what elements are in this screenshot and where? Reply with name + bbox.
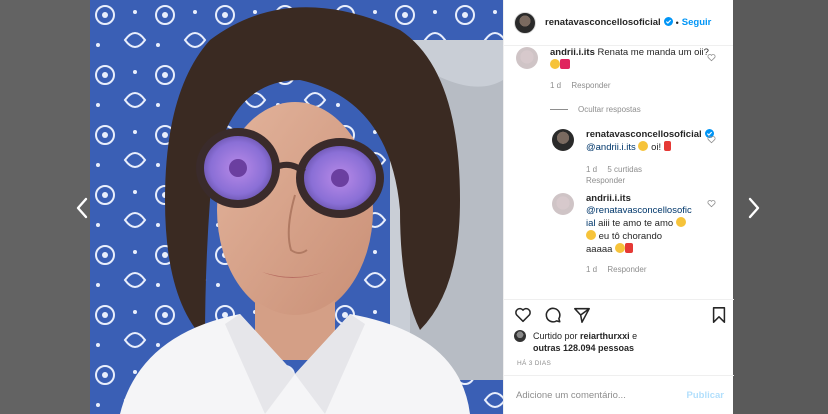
liked-by-prefix: Curtido por [533,331,578,341]
reply-time: 1 d [586,165,598,174]
post-photo[interactable] [90,0,503,414]
liker-avatar[interactable] [514,330,526,342]
reply-meta: 1 d 5 curtidas Responder [586,164,650,186]
liked-by: Curtido por reiarthurxxi e outras 128.09… [514,330,724,354]
verified-badge-icon [663,17,673,26]
reply-mention[interactable]: @andrii.i.its [586,142,636,153]
reply-item: renatavasconcellosoficial @andrii.i.its … [504,127,734,187]
two-hearts-emoji-icon [560,59,570,69]
reply-likes[interactable]: 5 curtidas [607,165,642,174]
commenter-avatar[interactable] [516,47,538,69]
author-username[interactable]: renatavasconcellosoficial [545,17,673,28]
publish-button[interactable]: Publicar [687,390,725,401]
previous-post-arrow[interactable] [72,195,92,221]
reply-text: renatavasconcellosoficial @andrii.i.its … [586,129,716,154]
reply-body-line3: aaaaa [586,244,613,255]
comment-text: andrii.i.its Renata me manda um oii? [550,47,710,72]
reply-username[interactable]: renatavasconcellosoficial [586,129,702,140]
post-timestamp[interactable]: HÁ 3 DIAS [517,360,551,367]
reply-body-line1: aiii te amo te amo [598,218,674,229]
reply-mention-cont[interactable]: ial [586,218,596,229]
heart-eyes-emoji-icon [586,230,596,240]
comment-meta: 1 d Responder [550,81,619,90]
reply-time: 1 d [586,265,598,274]
liker-username[interactable]: reiarthurxxi [580,331,630,341]
heart-eyes-emoji-icon [675,217,686,227]
comment-like-icon[interactable] [707,53,716,62]
chevron-right-icon [748,197,760,219]
reply-like-icon[interactable] [707,135,716,144]
red-heart-emoji-icon [625,243,634,253]
kiss-emoji-icon [638,141,649,151]
hide-replies-button[interactable]: Ocultar respostas [550,105,641,114]
comment-item: andrii.i.its Renata me manda um oii? 1 d… [504,47,734,97]
reply-avatar[interactable] [552,193,574,215]
comment-composer: Publicar [504,375,734,414]
reply-meta: 1 d Responder [586,265,655,274]
post-modal: renatavasconcellosoficial • Seguir andri… [90,0,734,414]
heart-eyes-emoji-icon [550,59,560,69]
post-header: renatavasconcellosoficial • Seguir [504,0,733,46]
comment-input[interactable] [516,390,686,401]
reply-item: andrii.i.its @renatavasconcellosofic ial… [504,191,734,281]
reply-body-line2: eu tô chorando [598,231,663,242]
red-heart-emoji-icon [663,141,671,151]
bookmark-icon[interactable] [710,306,728,324]
comment-time: 1 d [550,81,562,90]
comments-list[interactable]: andrii.i.its Renata me manda um oii? 1 d… [504,47,734,295]
post-sidebar: renatavasconcellosoficial • Seguir andri… [503,0,734,414]
divider-line [550,109,568,111]
follow-button[interactable]: Seguir [682,17,712,28]
comment-body: Renata me manda um oii? [597,47,709,58]
post-actions: Curtido por reiarthurxxi e outras 128.09… [504,299,734,414]
author-avatar[interactable] [514,11,536,34]
heart-icon[interactable] [514,306,532,324]
selfie-image [90,0,503,414]
action-bar [514,306,726,326]
share-icon[interactable] [573,306,591,324]
reply-text: andrii.i.its @renatavasconcellosofic ial… [586,193,710,256]
reply-username[interactable]: andrii.i.its [586,193,631,204]
next-post-arrow[interactable] [744,195,764,221]
reply-like-icon[interactable] [707,199,716,208]
reply-mention[interactable]: @renatavasconcellosofic [586,205,692,216]
comment-username[interactable]: andrii.i.its [550,47,595,58]
hide-replies-label: Ocultar respostas [578,105,641,114]
reply-body: oi! [651,142,662,153]
reply-avatar[interactable] [552,129,574,151]
likes-count-link[interactable]: outras 128.094 pessoas [533,343,634,353]
chevron-left-icon [76,197,88,219]
liked-by-connector: e [632,331,638,341]
header-separator: • [675,17,679,28]
reply-button[interactable]: Responder [571,81,610,90]
reply-button[interactable]: Responder [586,176,625,185]
reply-button[interactable]: Responder [607,265,646,274]
crying-emoji-icon [615,243,626,253]
comment-icon[interactable] [544,306,562,324]
